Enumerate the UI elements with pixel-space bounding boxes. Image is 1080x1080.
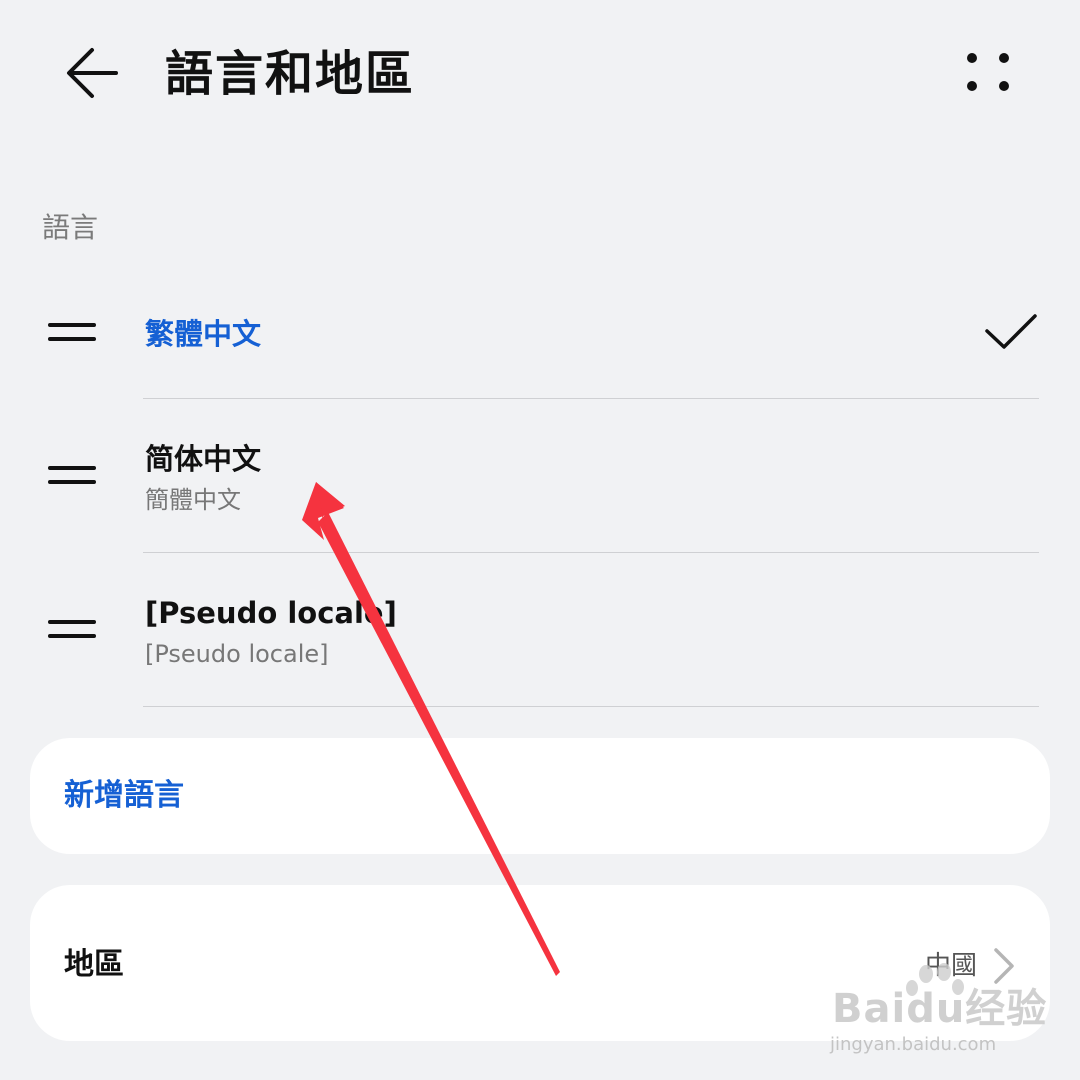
language-name: 简体中文 (145, 442, 262, 476)
more-dots-icon[interactable] (962, 48, 1016, 96)
language-name: 繁體中文 (145, 317, 262, 351)
language-item[interactable]: 繁體中文 (0, 290, 1080, 398)
add-language-button[interactable]: 新增語言 (30, 738, 1050, 854)
watermark-url: jingyan.baidu.com (830, 1034, 997, 1055)
drag-handle-icon[interactable] (48, 323, 96, 343)
add-language-label: 新增語言 (64, 778, 184, 813)
top-bar: 語言和地區 (0, 0, 1080, 150)
language-subtitle: [Pseudo locale] (145, 640, 329, 668)
arrow-left-icon[interactable] (60, 44, 124, 102)
language-name: [Pseudo locale] (145, 596, 397, 630)
language-subtitle: 簡體中文 (145, 486, 241, 514)
page-title: 語言和地區 (165, 46, 416, 102)
language-item[interactable]: 简体中文 簡體中文 (0, 399, 1080, 552)
check-icon (985, 314, 1037, 349)
drag-handle-icon[interactable] (48, 466, 96, 486)
region-label: 地區 (64, 947, 124, 982)
divider (143, 706, 1039, 707)
section-label-language: 語言 (42, 211, 99, 244)
drag-handle-icon[interactable] (48, 620, 96, 640)
language-item[interactable]: [Pseudo locale] [Pseudo locale] (0, 553, 1080, 706)
watermark-text: Baidu经验 (832, 986, 1048, 1032)
